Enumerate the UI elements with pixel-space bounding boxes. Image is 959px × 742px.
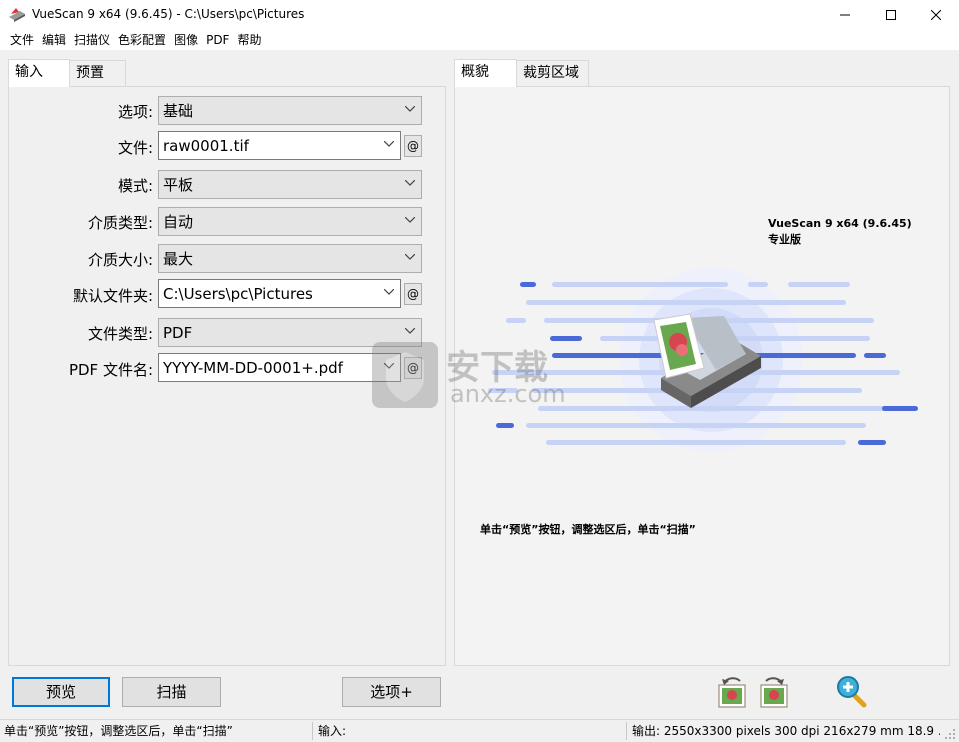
menu-image[interactable]: 图像 (170, 30, 202, 50)
mode-select[interactable]: 平板 (158, 170, 422, 199)
default-folder-value: C:\Users\pc\Pictures (163, 284, 313, 303)
zoom-in-icon[interactable] (834, 675, 868, 709)
menu-pdf[interactable]: PDF (202, 30, 233, 50)
chevron-down-icon[interactable] (384, 141, 394, 147)
window-title: VueScan 9 x64 (9.6.45) - C:\Users\pc\Pic… (32, 7, 305, 21)
scan-button[interactable]: 扫描 (122, 677, 221, 707)
mode-value: 平板 (163, 176, 194, 194)
media-size-label: 介质大小: (87, 251, 153, 269)
media-size-value: 最大 (163, 250, 194, 268)
minimize-icon[interactable] (822, 0, 868, 30)
chevron-down-icon (405, 180, 415, 186)
tab-overview[interactable]: 概貌 (454, 59, 517, 87)
media-size-select[interactable]: 最大 (158, 244, 422, 273)
preview-button[interactable]: 预览 (12, 677, 110, 707)
menu-color-profile[interactable]: 色彩配置 (114, 30, 170, 50)
chevron-down-icon (405, 254, 415, 260)
tab-input[interactable]: 输入 (8, 59, 70, 87)
shield-watermark-icon (372, 342, 438, 408)
media-type-label: 介质类型: (87, 214, 153, 232)
status-separator (626, 722, 627, 740)
default-folder-combobox[interactable]: C:\Users\pc\Pictures (158, 279, 401, 308)
watermark-en: anxz.com (450, 380, 566, 408)
menu-scanner[interactable]: 扫描仪 (70, 30, 114, 50)
chevron-down-icon (405, 106, 415, 112)
edition-line: 专业版 (768, 233, 801, 246)
default-folder-label: 默认文件夹: (72, 287, 153, 305)
menu-bar: 文件 编辑 扫描仪 色彩配置 图像 PDF 帮助 (0, 30, 959, 50)
media-type-select[interactable]: 自动 (158, 207, 422, 236)
menu-edit[interactable]: 编辑 (38, 30, 70, 50)
chevron-down-icon (405, 328, 415, 334)
file-type-value: PDF (163, 323, 193, 342)
options-plus-button[interactable]: 选项+ (342, 677, 441, 707)
status-hint: 单击“预览”按钮，调整选区后，单击“扫描” (4, 724, 233, 738)
version-line: VueScan 9 x64 (9.6.45) (768, 217, 912, 230)
rotate-left-icon[interactable] (716, 675, 750, 709)
title-bar: VueScan 9 x64 (9.6.45) - C:\Users\pc\Pic… (0, 0, 959, 30)
menu-help[interactable]: 帮助 (233, 30, 265, 50)
status-input: 输入: (318, 724, 347, 738)
menu-file[interactable]: 文件 (6, 30, 38, 50)
maximize-icon[interactable] (868, 0, 914, 30)
pdf-name-combobox[interactable]: YYYY-MM-DD-0001+.pdf (158, 353, 401, 382)
options-label: 选项: (117, 103, 153, 121)
preview-hint: 单击“预览”按钮，调整选区后，单击“扫描” (480, 523, 696, 536)
chevron-down-icon (405, 217, 415, 223)
pdf-name-value: YYYY-MM-DD-0001+.pdf (163, 358, 343, 377)
media-type-value: 自动 (163, 213, 194, 231)
file-type-label: 文件类型: (87, 325, 153, 343)
tab-presets[interactable]: 预置 (69, 60, 126, 86)
status-bar: 单击“预览”按钮，调整选区后，单击“扫描” 输入: 输出: 2550x3300 … (0, 719, 959, 742)
rotate-right-icon[interactable] (756, 675, 790, 709)
file-at-button[interactable]: @ (404, 135, 422, 157)
tab-crop-area[interactable]: 裁剪区域 (516, 60, 589, 86)
close-icon[interactable] (913, 0, 959, 30)
file-value: raw0001.tif (163, 136, 249, 155)
vuescan-app-icon (9, 8, 25, 22)
pdf-name-label: PDF 文件名: (68, 361, 153, 379)
status-separator (312, 722, 313, 740)
version-info: VueScan 9 x64 (9.6.45) 专业版 (768, 216, 912, 248)
resize-grip-icon[interactable] (944, 728, 956, 740)
file-combobox[interactable]: raw0001.tif (158, 131, 401, 160)
chevron-down-icon[interactable] (384, 289, 394, 295)
mode-label: 模式: (117, 177, 153, 195)
file-label: 文件: (117, 139, 153, 157)
folder-at-button[interactable]: @ (404, 283, 422, 305)
status-output: 输出: 2550x3300 pixels 300 dpi 216x279 mm … (632, 724, 940, 738)
options-select[interactable]: 基础 (158, 96, 422, 125)
options-value: 基础 (163, 102, 194, 120)
